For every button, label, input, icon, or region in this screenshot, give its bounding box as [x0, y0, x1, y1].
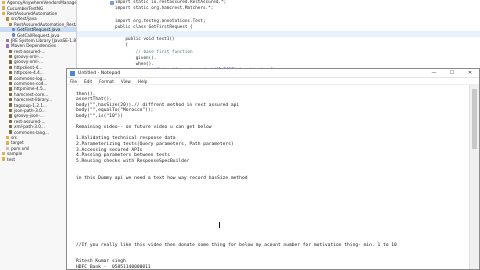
folder-icon	[2, 6, 6, 10]
java-file-icon	[12, 27, 16, 32]
code-text: {	[115, 43, 128, 49]
jar-icon	[9, 76, 13, 80]
explorer-item-label: tagsoup-1.2.1...	[13, 102, 48, 108]
jar-icon	[9, 124, 13, 129]
explorer-item-label: hamcrest-library...	[13, 97, 52, 103]
explorer-item-label: GetFirstRequest.java	[16, 27, 61, 33]
code-text: when().	[115, 61, 154, 67]
explorer-item-label: RestAssuredAutomation_RestAssured...	[13, 21, 77, 27]
explorer-item-label: commons-log...	[13, 75, 47, 81]
explorer-item-label: GetCallRequest.java	[16, 32, 60, 38]
folder-icon	[2, 151, 6, 156]
explorer-item-label: target	[10, 140, 24, 146]
maximize-button[interactable]: ☐	[443, 69, 461, 77]
folder-icon	[6, 135, 10, 140]
explorer-item-label: Maven Dependencies	[10, 43, 57, 49]
jar-icon	[9, 54, 13, 59]
window-controls: — ☐ ✕	[425, 69, 479, 77]
explorer-item-label: rest-assured-...	[13, 118, 46, 124]
jar-icon	[9, 114, 13, 118]
jar-icon	[9, 98, 13, 102]
explorer-item-label: groovy-xml-...	[13, 59, 44, 65]
jar-icon	[9, 71, 13, 75]
jar-icon	[9, 81, 13, 86]
explorer-item-label: httpcore-4.4...	[13, 70, 44, 76]
menu-file[interactable]: File	[70, 79, 77, 84]
jar-icon	[9, 60, 13, 64]
folder-icon	[2, 157, 6, 161]
notepad-menubar: File Edit Format View Help	[67, 78, 479, 85]
explorer-item-label: pom.xml	[10, 145, 30, 151]
package-icon	[9, 22, 13, 26]
explorer-item-label: hamcrest-core...	[13, 91, 49, 97]
menu-help[interactable]: Help	[138, 79, 148, 84]
mouse-cursor-icon	[219, 222, 220, 228]
explorer-item-label: JRE System Library [JavaSE-1.8]	[10, 37, 77, 43]
explorer-item-label: sample	[6, 151, 23, 157]
jar-icon	[9, 119, 13, 123]
code-text: public class GetFirstRequest {	[115, 24, 193, 30]
notepad-text-area[interactable]: then(). assertThat(). body("",hasSize(20))…	[76, 86, 469, 269]
notepad-window: Untitled - Notepad — ☐ ✕ File Edit Forma…	[66, 68, 480, 270]
explorer-item-label: test	[6, 156, 16, 162]
java-file-icon	[12, 33, 16, 37]
code-text: given().	[115, 55, 157, 61]
folder-icon	[2, 11, 6, 16]
menu-format[interactable]: Format	[99, 79, 114, 84]
explorer-item-label: src	[10, 134, 18, 140]
notepad-titlebar[interactable]: Untitled - Notepad — ☐ ✕	[67, 69, 479, 78]
explorer-item-label: CucumberTestNG	[6, 5, 44, 11]
code-text: public void test1()	[115, 37, 175, 43]
explorer-item-label: json-path-3.0...	[13, 108, 46, 113]
close-button[interactable]: ✕	[461, 69, 479, 77]
explorer-item-label: groovy-json-...	[13, 113, 44, 119]
folder-icon	[2, 1, 6, 5]
minimize-button[interactable]: —	[425, 69, 443, 77]
code-text: // base first function	[115, 49, 193, 55]
notepad-app-icon	[70, 70, 75, 76]
jar-icon	[9, 65, 13, 70]
file-icon	[6, 146, 10, 150]
explorer-item-label: xml-path-3.0...	[13, 124, 45, 130]
code-text: import org.testng.annotations.Test;	[115, 18, 206, 24]
menu-edit[interactable]: Edit	[84, 79, 92, 84]
explorer-item[interactable]: JRE System Library [JavaSE-1.8]	[0, 38, 76, 43]
fold-marker-icon[interactable]	[110, 1, 114, 5]
jar-icon	[9, 49, 13, 53]
explorer-item-label: src/test/java	[10, 16, 37, 22]
notepad-title: Untitled - Notepad	[78, 70, 121, 76]
jar-icon	[9, 108, 13, 113]
folder-icon	[6, 141, 10, 145]
explorer-item-label: RestAssuredAutomation	[6, 10, 58, 16]
jar-icon	[9, 103, 13, 107]
code-text: import static org.hamcrest.Matchers.*;	[115, 6, 214, 12]
explorer-item-label: rest-assured-...	[13, 48, 46, 54]
notepad-line: HDFC Bank - 05851140000011	[76, 265, 151, 269]
jar-icon	[9, 130, 13, 134]
explorer-item-label: AgencyAnywhereVendorsManager(Agency)	[6, 0, 77, 6]
code-text: import static io.restassured.RestAssured…	[115, 0, 227, 5]
menu-view[interactable]: View	[121, 79, 131, 84]
explorer-item-label: httpmime-4.5...	[13, 86, 47, 92]
java-editor[interactable]: import static io.restassured.RestAssured…	[77, 0, 480, 74]
notepad-scrollbar[interactable]	[469, 85, 479, 269]
library-icon	[6, 44, 10, 48]
library-icon	[6, 38, 10, 43]
explorer-item-label: groovy-xml-...	[13, 54, 44, 60]
package-icon	[6, 17, 10, 21]
explorer-item-label: commons-lang...	[13, 129, 49, 135]
jar-icon	[9, 87, 13, 91]
explorer-item-label: httpclient-4...	[13, 64, 43, 70]
explorer-item[interactable]: test	[0, 156, 76, 162]
explorer-item-label: commons-cod...	[13, 81, 48, 87]
explorer-item[interactable]: AgencyAnywhereVendorsManager(Agency)	[0, 0, 76, 5]
scrollbar-thumb[interactable]	[472, 89, 477, 149]
jar-icon	[9, 92, 13, 97]
